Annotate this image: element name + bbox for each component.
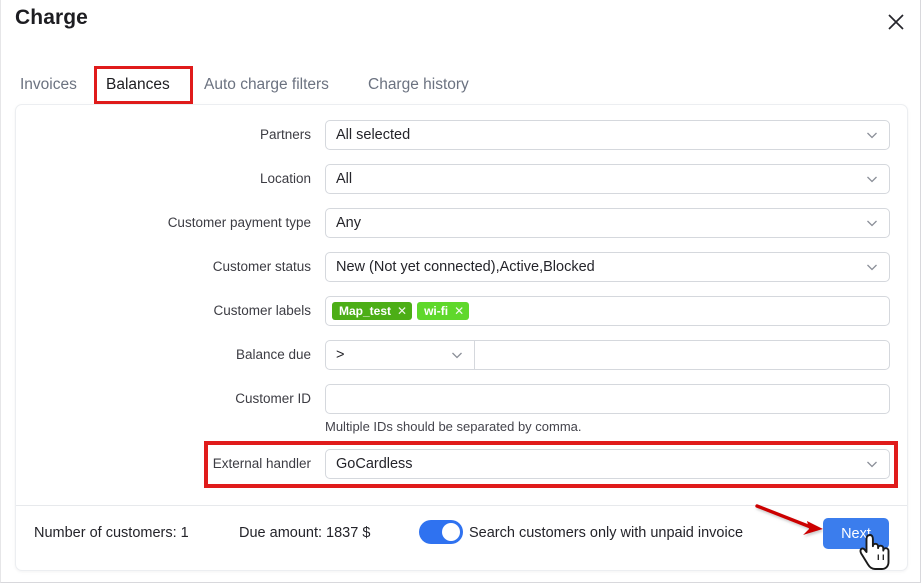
external-handler-select[interactable]: GoCardless <box>325 449 890 479</box>
tab-charge-history[interactable]: Charge history <box>368 68 469 102</box>
chip-remove-icon[interactable]: ✕ <box>397 304 407 318</box>
label-customer-payment-type: Customer payment type <box>167 215 311 230</box>
chevron-down-icon <box>865 457 879 471</box>
chevron-down-icon <box>865 260 879 274</box>
row-location: Location <box>1 164 311 194</box>
customer-status-select[interactable]: New (Not yet connected),Active,Blocked <box>325 252 890 282</box>
tab-invoices[interactable]: Invoices <box>20 68 77 102</box>
tab-bar: Invoices Balances Auto charge filters Ch… <box>1 66 921 104</box>
next-button[interactable]: Next <box>823 518 889 549</box>
customer-payment-type-value: Any <box>336 215 361 231</box>
close-icon[interactable] <box>876 2 916 42</box>
charge-dialog: Charge Invoices Balances Auto charge fil… <box>0 0 921 583</box>
customer-payment-type-select[interactable]: Any <box>325 208 890 238</box>
customer-status-value: New (Not yet connected),Active,Blocked <box>336 259 595 275</box>
chevron-down-icon <box>450 348 464 362</box>
balance-due-amount-input[interactable] <box>475 340 890 370</box>
label-external-handler: External handler <box>212 456 311 471</box>
label-chip-map-test[interactable]: Map_test ✕ <box>332 302 413 320</box>
label-partners: Partners <box>259 127 311 142</box>
chip-remove-icon[interactable]: ✕ <box>454 304 464 318</box>
row-partners: Partners <box>1 120 311 150</box>
toggle-search-unpaid-invoice[interactable] <box>419 520 463 544</box>
row-balance-due: Balance due <box>1 340 311 370</box>
balance-due-operator-value: > <box>336 347 345 363</box>
label-balance-due: Balance due <box>235 347 311 362</box>
location-select[interactable]: All <box>325 164 890 194</box>
label-customer-status: Customer status <box>212 259 311 274</box>
toggle-label: Search customers only with unpaid invoic… <box>469 525 744 541</box>
chip-text: wi-fi <box>424 304 449 318</box>
number-of-customers: Number of customers: 1 <box>34 525 189 541</box>
row-customer-id: Customer ID <box>1 384 311 414</box>
customer-id-helper-text: Multiple IDs should be separated by comm… <box>325 419 582 434</box>
balance-due-operator-select[interactable]: > <box>325 340 475 370</box>
dialog-header: Charge <box>1 0 921 48</box>
page-title: Charge <box>15 6 88 29</box>
tab-balances[interactable]: Balances <box>106 68 170 102</box>
customer-labels-field[interactable]: Map_test ✕ wi-fi ✕ <box>325 296 890 326</box>
external-handler-value: GoCardless <box>336 456 413 472</box>
row-customer-status: Customer status <box>1 252 311 282</box>
tab-auto-charge-filters[interactable]: Auto charge filters <box>204 68 329 102</box>
chip-text: Map_test <box>339 304 392 318</box>
chevron-down-icon <box>865 128 879 142</box>
location-value: All <box>336 171 353 187</box>
label-customer-labels: Customer labels <box>213 303 311 318</box>
toggle-knob <box>442 523 460 541</box>
chevron-down-icon <box>865 172 879 186</box>
label-location: Location <box>259 171 311 186</box>
partners-select[interactable]: All selected <box>325 120 890 150</box>
customer-id-input[interactable] <box>325 384 890 414</box>
label-customer-id: Customer ID <box>235 391 311 406</box>
row-customer-labels: Customer labels <box>1 296 311 326</box>
label-chip-wi-fi[interactable]: wi-fi ✕ <box>417 302 470 320</box>
row-external-handler: External handler <box>1 449 311 479</box>
partners-value: All selected <box>336 127 411 143</box>
due-amount: Due amount: 1837 $ <box>239 525 371 541</box>
footer-divider <box>16 505 907 506</box>
row-customer-payment-type: Customer payment type <box>1 208 311 238</box>
chevron-down-icon <box>865 216 879 230</box>
